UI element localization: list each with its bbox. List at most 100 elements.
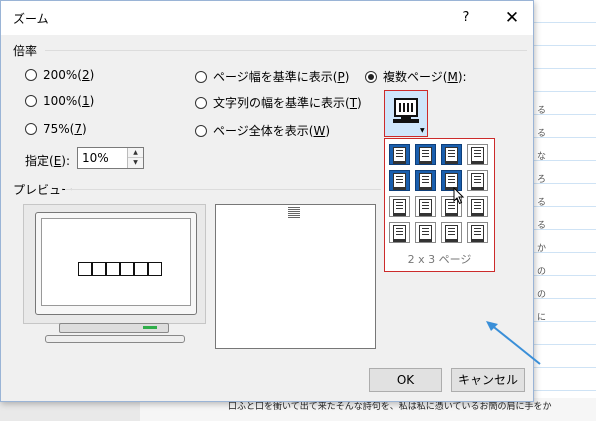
radio-indicator xyxy=(25,69,37,81)
document-glyph: な xyxy=(537,152,547,162)
document-glyph: る xyxy=(537,221,547,231)
radio-whole-page-suffix: ) xyxy=(325,123,331,138)
percent-label-suffix: ): xyxy=(61,154,71,168)
page-grid-cell[interactable] xyxy=(389,170,410,191)
spinner-arrows: ▲ ▼ xyxy=(127,148,143,168)
radio-indicator xyxy=(195,124,207,137)
preview-char-box xyxy=(134,262,148,276)
page-icon xyxy=(393,173,406,190)
preview-char-box xyxy=(92,262,106,276)
zoom-section-divider xyxy=(45,50,527,51)
page-grid-cell[interactable] xyxy=(415,170,436,191)
page-icon xyxy=(419,173,432,190)
page-icon xyxy=(393,147,406,164)
page-icon xyxy=(393,225,406,242)
radio-200-suffix: ) xyxy=(89,68,95,82)
help-button[interactable]: ? xyxy=(453,7,479,29)
page-icon xyxy=(445,225,458,242)
close-button[interactable]: ✕ xyxy=(497,7,527,29)
page-grid-cell[interactable] xyxy=(389,196,410,217)
document-glyph: る xyxy=(537,198,547,208)
monitor-base xyxy=(45,335,185,343)
radio-200-label: 200%( xyxy=(43,68,82,82)
page-grid-cell[interactable] xyxy=(389,144,410,165)
spin-up-icon[interactable]: ▲ xyxy=(128,148,143,158)
ok-button[interactable]: OK xyxy=(369,368,442,392)
preview-char-box xyxy=(106,262,120,276)
monitor-preview-icon xyxy=(35,212,197,315)
radio-page-width-suffix: ) xyxy=(344,69,350,84)
radio-75-label: 75%( xyxy=(43,122,75,136)
page-icon xyxy=(419,147,432,164)
document-glyph: の xyxy=(537,290,547,300)
radio-whole-page-accesskey: W xyxy=(313,123,326,138)
preview-section-label: プレビュー xyxy=(13,183,74,197)
page-thumbnail-icon xyxy=(288,207,300,218)
page-icon xyxy=(445,173,458,190)
page-icon xyxy=(471,199,484,216)
page-grid-cell[interactable] xyxy=(467,196,488,217)
annotation-arrow-icon xyxy=(486,321,541,365)
page-grid-picker: 2 x 3 ページ xyxy=(384,138,495,272)
page-grid-cell[interactable] xyxy=(441,222,462,243)
preview-char-box xyxy=(148,262,162,276)
page-icon xyxy=(471,173,484,190)
radio-200[interactable]: 200%(2) xyxy=(25,68,94,82)
radio-indicator xyxy=(25,123,37,135)
page-icon xyxy=(445,147,458,164)
radio-multiple-pages[interactable]: 複数ページ(M): xyxy=(365,68,467,85)
spin-down-icon[interactable]: ▼ xyxy=(128,158,143,168)
radio-75[interactable]: 75%(7) xyxy=(25,122,87,136)
monitor-screen xyxy=(41,218,191,306)
radio-100-label: 100%( xyxy=(43,94,82,108)
radio-whole-page[interactable]: ページ全体を表示(W) xyxy=(195,122,330,139)
cancel-button[interactable]: キャンセル xyxy=(451,368,525,392)
radio-75-accesskey: 7 xyxy=(74,122,82,136)
preview-section-divider xyxy=(65,189,381,190)
percent-label: 指定(E): xyxy=(25,152,70,169)
page-grid-cell[interactable] xyxy=(441,144,462,165)
radio-page-width[interactable]: ページ幅を基準に表示(P) xyxy=(195,68,349,85)
radio-indicator-checked xyxy=(365,70,377,83)
radio-200-accesskey: 2 xyxy=(82,68,90,82)
radio-100-accesskey: 1 xyxy=(82,94,90,108)
preview-char-box xyxy=(120,262,134,276)
radio-multiple-pages-suffix: ): xyxy=(457,69,467,84)
percent-input[interactable] xyxy=(78,148,126,168)
page-grid-cell[interactable] xyxy=(415,222,436,243)
multiple-pages-dropdown-button[interactable]: ▼ xyxy=(384,90,428,137)
page-grid-cell[interactable] xyxy=(389,222,410,243)
preview-sample-text xyxy=(78,262,162,276)
page-grid-cell[interactable] xyxy=(467,222,488,243)
radio-text-width-accesskey: T xyxy=(349,95,358,110)
page-grid-cell[interactable] xyxy=(415,144,436,165)
page-icon xyxy=(419,225,432,242)
radio-whole-page-label: ページ全体を表示( xyxy=(213,124,314,138)
document-side-text: るるなろるるかののに xyxy=(537,100,551,330)
radio-page-width-label: ページ幅を基準に表示( xyxy=(213,70,338,84)
page-icon xyxy=(471,225,484,242)
radio-text-width[interactable]: 文字列の幅を基準に表示(T) xyxy=(195,94,362,111)
dialog-titlebar: ズーム ? ✕ xyxy=(1,1,533,35)
radio-multiple-pages-accesskey: M xyxy=(447,69,458,84)
radio-indicator xyxy=(25,95,37,107)
document-glyph: る xyxy=(537,106,547,116)
page-grid-cell[interactable] xyxy=(467,170,488,191)
radio-100-suffix: ) xyxy=(89,94,95,108)
radio-100[interactable]: 100%(1) xyxy=(25,94,94,108)
page-icon xyxy=(471,147,484,164)
page-icon xyxy=(419,199,432,216)
chevron-down-icon: ▼ xyxy=(420,127,425,134)
percent-label-text: 指定( xyxy=(25,154,54,168)
page-grid-caption: 2 x 3 ページ xyxy=(407,253,472,266)
document-glyph: る xyxy=(537,129,547,139)
document-glyph: ろ xyxy=(537,175,547,185)
page-grid-cell[interactable] xyxy=(467,144,488,165)
percent-spinner: ▲ ▼ xyxy=(77,147,144,169)
radio-75-suffix: ) xyxy=(82,122,87,136)
radio-page-width-accesskey: P xyxy=(337,69,345,84)
radio-text-width-label: 文字列の幅を基準に表示( xyxy=(213,96,350,110)
page-preview xyxy=(215,204,376,349)
zoom-dialog: ズーム ? ✕ 倍率 200%(2) 100%(1) 75%(7) ページ幅を基… xyxy=(0,0,534,402)
page-grid-cell[interactable] xyxy=(415,196,436,217)
